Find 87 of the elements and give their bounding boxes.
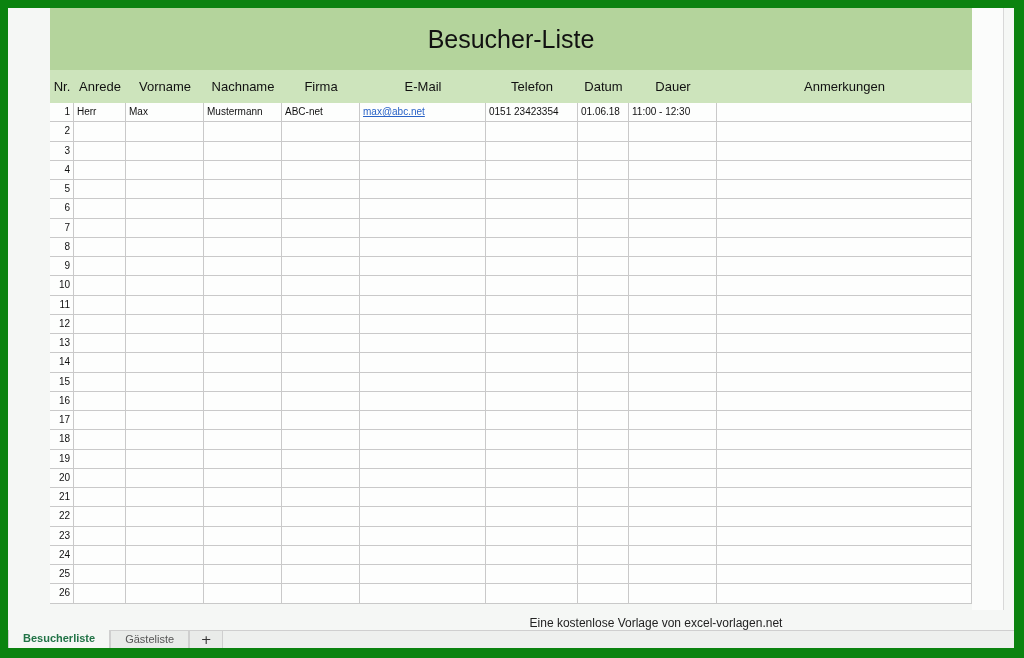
table-cell: Max	[126, 103, 204, 123]
table-cell: 3	[50, 141, 74, 161]
table-cell	[578, 507, 629, 527]
table-cell	[74, 257, 126, 277]
table-cell: 1	[50, 103, 74, 123]
table-cell: 01.06.18	[578, 103, 629, 123]
column-header: Vorname	[126, 70, 204, 103]
footer-note: Eine kostenlose Vorlage von excel-vorlagen.net	[528, 616, 784, 630]
table-cell: 26	[50, 584, 74, 604]
table-cell	[74, 430, 126, 450]
table-cell	[74, 507, 126, 527]
table-cell	[74, 314, 126, 334]
table-cell: 23	[50, 526, 74, 546]
table-cell	[74, 411, 126, 431]
table-cell	[74, 141, 126, 161]
table-cell	[578, 353, 629, 373]
sheet-title: Besucher-Liste	[50, 8, 972, 70]
table-cell: Mustermann	[204, 103, 282, 123]
table-cell	[578, 488, 629, 508]
table-cell: 2	[50, 122, 74, 142]
table-cell	[74, 334, 126, 354]
table-cell	[578, 180, 629, 200]
sheet-tab[interactable]: Besucherliste	[8, 630, 111, 648]
table-cell	[578, 584, 629, 604]
table-cell	[578, 257, 629, 277]
table-cell	[74, 218, 126, 238]
table-cell	[578, 565, 629, 585]
column-header: Nr.	[50, 70, 74, 103]
column-header: Firma	[282, 70, 360, 103]
table-cell	[578, 276, 629, 296]
table-cell	[74, 488, 126, 508]
table-cell: 5	[50, 180, 74, 200]
table-cell	[74, 468, 126, 488]
table-cell	[74, 180, 126, 200]
table-cell: 25	[50, 565, 74, 585]
table-cell: 22	[50, 507, 74, 527]
table-cell: 12	[50, 314, 74, 334]
email-link[interactable]: max@abc.net	[360, 103, 486, 123]
table-cell: 15	[50, 372, 74, 392]
table-cell: 9	[50, 257, 74, 277]
table-cell: 11:00 - 12:30	[629, 103, 717, 123]
table-cell	[74, 295, 126, 315]
table-cell: 0151 23423354	[486, 103, 578, 123]
table-cell: 8	[50, 237, 74, 257]
table-cell	[74, 122, 126, 142]
table-cell	[74, 160, 126, 180]
table-cell	[74, 565, 126, 585]
table-cell: Herr	[74, 103, 126, 123]
column-header: E-Mail	[360, 70, 486, 103]
table-cell: 21	[50, 488, 74, 508]
table-cell: 13	[50, 334, 74, 354]
table-cell	[74, 526, 126, 546]
column-header: Telefon	[486, 70, 578, 103]
table-cell: 20	[50, 468, 74, 488]
table-cell: ABC-net	[282, 103, 360, 123]
add-sheet-button[interactable]: +	[189, 630, 224, 648]
table-cell: 6	[50, 199, 74, 219]
table-cell: 4	[50, 160, 74, 180]
table-cell: 17	[50, 411, 74, 431]
table-cell	[578, 411, 629, 431]
table-cell	[74, 391, 126, 411]
table-cell	[74, 372, 126, 392]
table-cell: 24	[50, 545, 74, 565]
table-cell: 10	[50, 276, 74, 296]
table-cell	[74, 449, 126, 469]
column-header: Anmerkungen	[717, 70, 972, 103]
table-cell	[578, 334, 629, 354]
column-header: Dauer	[629, 70, 717, 103]
table-cell: 18	[50, 430, 74, 450]
table-cell	[578, 199, 629, 219]
table-cell: 14	[50, 353, 74, 373]
table-cell	[74, 545, 126, 565]
table-cell	[578, 430, 629, 450]
table-cell	[578, 122, 629, 142]
table-cell	[74, 276, 126, 296]
table-cell: 19	[50, 449, 74, 469]
column-header: Nachname	[204, 70, 282, 103]
sheet-tab[interactable]: Gästeliste	[110, 630, 190, 648]
column-header: Datum	[578, 70, 629, 103]
table-cell	[74, 199, 126, 219]
table-cell: 7	[50, 218, 74, 238]
table-cell	[74, 584, 126, 604]
table-cell: 16	[50, 391, 74, 411]
table-cell	[74, 237, 126, 257]
table-cell: 11	[50, 295, 74, 315]
table-cell	[74, 353, 126, 373]
column-header: Anrede	[74, 70, 126, 103]
